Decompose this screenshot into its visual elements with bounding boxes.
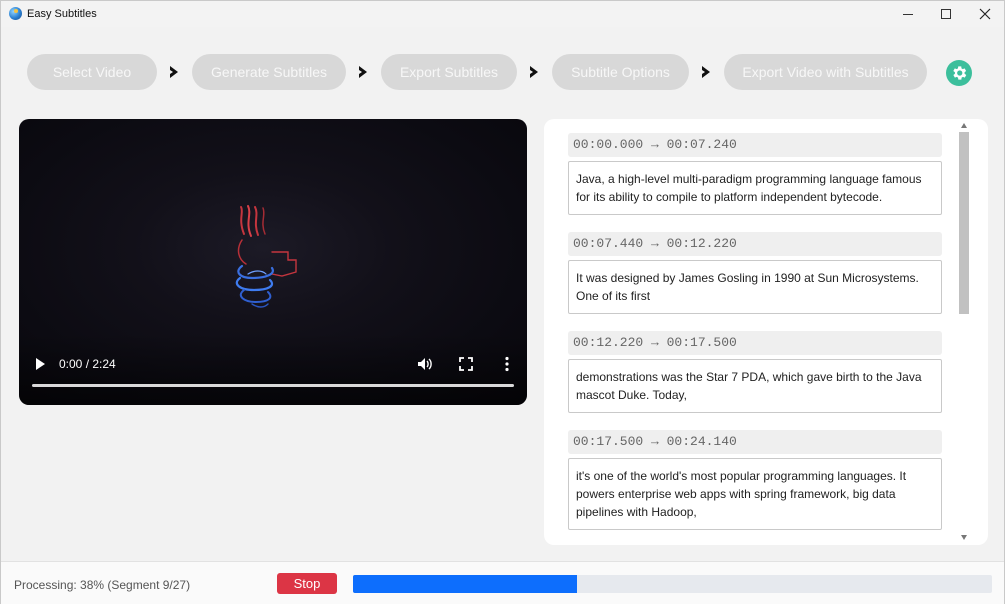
step-toolbar: Select Video Generate Subtitles Export S… <box>1 54 1004 92</box>
segment-text-field[interactable]: It was designed by James Gosling in 1990… <box>568 260 942 314</box>
segment-timestamp: 00:07.440 → 00:12.220 <box>568 232 942 256</box>
select-video-button[interactable]: Select Video <box>27 54 157 90</box>
maximize-button[interactable] <box>927 1 965 27</box>
segment-timestamp: 00:00.000 → 00:07.240 <box>568 133 942 157</box>
subtitle-list: 00:00.000 → 00:07.240 Java, a high-level… <box>544 119 988 545</box>
subtitle-scrollbar[interactable] <box>958 119 970 545</box>
subtitle-segment: 00:07.440 → 00:12.220 It was designed by… <box>568 232 942 314</box>
close-icon <box>979 8 991 20</box>
scroll-up-icon[interactable] <box>961 123 967 128</box>
maximize-icon <box>941 9 951 19</box>
chevron-right-icon <box>528 65 540 79</box>
video-player[interactable]: 0:00 / 2:24 <box>19 119 527 405</box>
minimize-icon <box>903 13 913 15</box>
subtitle-segment: 00:00.000 → 00:07.240 Java, a high-level… <box>568 133 942 215</box>
segment-text-field[interactable]: it's one of the world's most popular pro… <box>568 458 942 530</box>
processing-status: Processing: 38% (Segment 9/27) <box>14 578 191 592</box>
fullscreen-icon[interactable] <box>459 357 473 371</box>
progress-bar <box>353 575 992 593</box>
segment-timestamp: 00:17.500 → 00:24.140 <box>568 430 942 454</box>
close-button[interactable] <box>966 1 1004 27</box>
minimize-button[interactable] <box>889 1 927 27</box>
subtitle-options-button[interactable]: Subtitle Options <box>552 54 689 90</box>
globe-icon <box>9 7 22 20</box>
play-icon[interactable] <box>33 357 47 371</box>
generate-subtitles-button[interactable]: Generate Subtitles <box>192 54 346 90</box>
chevron-right-icon <box>700 65 712 79</box>
status-bar: Processing: 38% (Segment 9/27) Stop <box>1 561 1004 604</box>
app-window: Easy Subtitles Select Video Generate Sub… <box>0 0 1005 604</box>
segment-text-field[interactable]: demonstrations was the Star 7 PDA, which… <box>568 359 942 413</box>
segment-timestamp: 00:12.220 → 00:17.500 <box>568 331 942 355</box>
chevron-right-icon <box>168 65 180 79</box>
java-logo-art <box>235 205 297 308</box>
scroll-down-icon[interactable] <box>961 535 967 540</box>
settings-button[interactable] <box>946 60 972 86</box>
window-title: Easy Subtitles <box>27 8 97 20</box>
subtitle-segment: 00:12.220 → 00:17.500 demonstrations was… <box>568 331 942 413</box>
scrollbar-thumb[interactable] <box>959 132 969 314</box>
stop-button[interactable]: Stop <box>277 573 337 594</box>
seek-bar[interactable] <box>32 384 514 387</box>
export-subtitles-button[interactable]: Export Subtitles <box>381 54 517 90</box>
subtitle-segment: 00:17.500 → 00:24.140 it's one of the wo… <box>568 430 942 530</box>
chevron-right-icon <box>357 65 369 79</box>
volume-icon[interactable] <box>417 356 433 372</box>
more-options-icon[interactable] <box>503 356 511 372</box>
video-time: 0:00 / 2:24 <box>59 357 116 371</box>
export-video-with-subtitles-button[interactable]: Export Video with Subtitles <box>724 54 927 90</box>
progress-fill <box>353 575 577 593</box>
segment-text-field[interactable]: Java, a high-level multi-paradigm progra… <box>568 161 942 215</box>
gear-icon <box>953 66 967 80</box>
title-bar: Easy Subtitles <box>1 1 1004 27</box>
